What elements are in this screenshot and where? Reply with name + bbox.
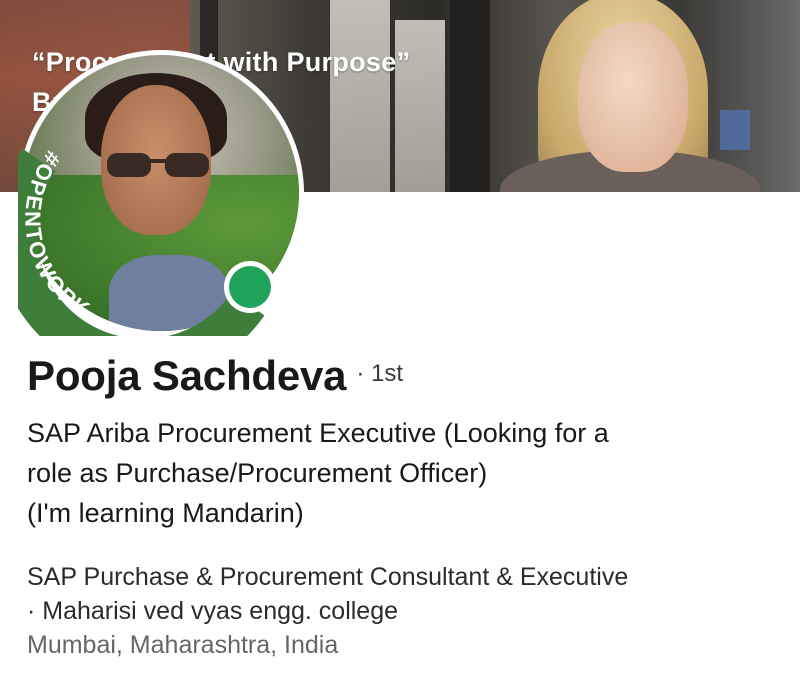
profile-name-row: Pooja Sachdeva · 1st (27, 352, 403, 400)
education-info[interactable]: · Maharisi ved vyas engg. college (27, 594, 787, 628)
profile-location: Mumbai, Maharashtra, India (27, 631, 339, 659)
online-status-indicator (224, 261, 276, 313)
banner-pillar (450, 0, 490, 192)
headline-line: role as Purchase/Procurement Officer) (27, 458, 488, 488)
profile-name[interactable]: Pooja Sachdeva (27, 352, 347, 399)
banner-person-photo (500, 0, 760, 192)
profile-photo[interactable]: #OPENTOWORK (18, 50, 304, 336)
headline-line: (I'm learning Mandarin) (27, 498, 304, 528)
profile-headline: SAP Ariba Procurement Executive (Looking… (27, 413, 787, 533)
current-position[interactable]: SAP Purchase & Procurement Consultant & … (27, 560, 787, 594)
connection-degree-badge: · 1st (356, 360, 404, 387)
profile-meta: SAP Purchase & Procurement Consultant & … (27, 560, 787, 662)
headline-line: SAP Ariba Procurement Executive (Looking… (27, 418, 609, 448)
